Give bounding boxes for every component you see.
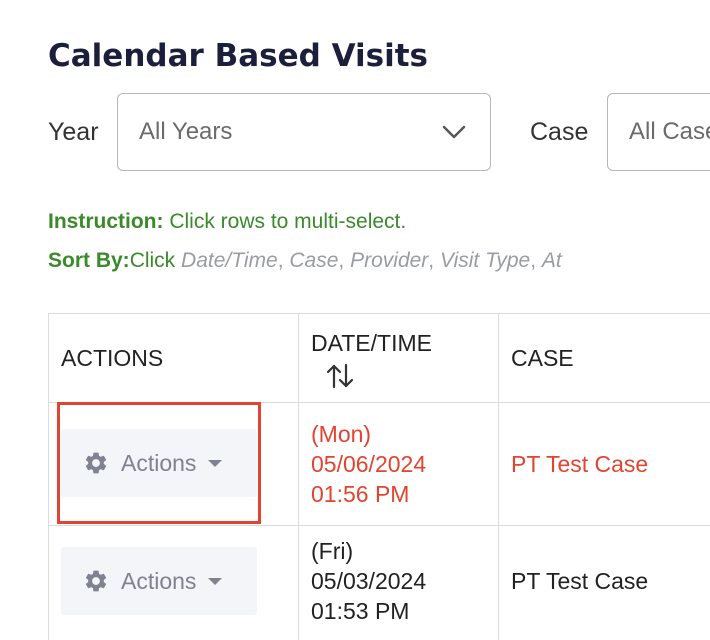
sort-option-date-time[interactable]: Date/Time	[181, 249, 278, 272]
case-filter-label: Case	[530, 118, 589, 146]
actions-button-label: Actions	[121, 567, 197, 594]
sort-option-case[interactable]: Case	[289, 249, 338, 272]
column-divider	[298, 313, 299, 640]
row-date-time[interactable]: (Mon) 05/06/2024 01:56 PM	[311, 419, 426, 509]
actions-dropdown-button[interactable]: Actions	[61, 547, 257, 615]
case-select[interactable]: All Cases	[607, 93, 710, 171]
visit-time: 01:56 PM	[311, 481, 410, 507]
gear-icon	[83, 568, 109, 594]
year-select-value: All Years	[139, 118, 233, 145]
sort-by-prefix: Click	[129, 249, 182, 272]
visit-date: 05/03/2024	[311, 568, 427, 594]
calendar-visits-page: Calendar Based Visits Year All Years Cas…	[0, 0, 710, 640]
column-header-case[interactable]: CASE	[511, 345, 574, 372]
column-divider	[498, 313, 499, 640]
case-select-value: All Cases	[629, 118, 710, 145]
visit-day: (Mon)	[311, 421, 372, 447]
highlight-box	[57, 402, 261, 524]
column-header-date-time[interactable]: DATE/TIME	[311, 330, 432, 357]
year-select[interactable]: All Years	[117, 93, 491, 171]
row-case[interactable]: PT Test Case	[511, 449, 648, 479]
sort-option-at[interactable]: At	[542, 249, 562, 272]
row-case[interactable]: PT Test Case	[511, 566, 648, 596]
instruction-text: Click rows to multi-select.	[163, 210, 407, 233]
row-date-time[interactable]: (Fri) 05/03/2024 01:53 PM	[311, 536, 426, 626]
chevron-down-icon	[442, 125, 466, 139]
page-title: Calendar Based Visits	[48, 38, 429, 74]
sort-by-line: Sort By:Click Date/Time, Case, Provider,…	[48, 249, 562, 272]
caret-down-icon	[208, 576, 223, 586]
row-divider	[48, 525, 710, 526]
visit-date: 05/06/2024	[311, 451, 427, 477]
sort-option-visit-type[interactable]: Visit Type	[440, 249, 530, 272]
sort-arrows-icon[interactable]	[326, 362, 354, 390]
sort-by-label: Sort By:	[48, 249, 130, 272]
year-filter-label: Year	[48, 118, 99, 146]
sort-option-provider[interactable]: Provider	[350, 249, 428, 272]
visit-time: 01:53 PM	[311, 598, 410, 624]
instruction-line: Instruction: Click rows to multi-select.	[48, 210, 406, 234]
instruction-label: Instruction:	[48, 210, 164, 233]
column-header-actions: ACTIONS	[61, 345, 164, 371]
visit-day: (Fri)	[311, 538, 354, 564]
